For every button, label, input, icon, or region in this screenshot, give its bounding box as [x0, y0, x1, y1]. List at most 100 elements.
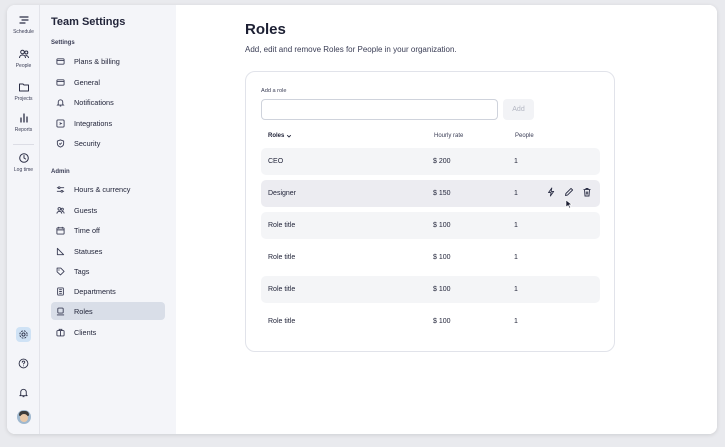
sidebar-item-label: Roles: [74, 306, 93, 316]
sidebar-item-statuses[interactable]: Statuses: [51, 242, 165, 260]
role-rate: $ 100: [433, 254, 451, 261]
roles-card: Add a role Add Roles Hourly rate People …: [245, 71, 615, 352]
role-name: Role title: [268, 222, 296, 229]
window-icon: [56, 78, 65, 86]
sidebar-item-time-off[interactable]: Time off: [51, 221, 165, 239]
sidebar-item-general[interactable]: General: [51, 73, 165, 91]
role-rate: $ 100: [433, 222, 451, 229]
avatar[interactable]: [17, 410, 31, 424]
credit-card-icon: [56, 57, 65, 65]
trash-icon[interactable]: [582, 187, 592, 197]
rail-divider: [13, 144, 34, 145]
bell-icon: [19, 388, 28, 398]
role-name: Role title: [268, 286, 296, 293]
help-icon: [18, 358, 29, 369]
main-content: Roles Add, edit and remove Roles for Peo…: [176, 5, 717, 434]
add-role-button[interactable]: Add: [503, 99, 534, 120]
rail-item-people[interactable]: People: [7, 48, 40, 69]
folder-icon: [18, 83, 29, 92]
settings-button[interactable]: [16, 327, 31, 342]
status-icon: [56, 247, 65, 255]
sidebar-item-security[interactable]: Security: [51, 134, 165, 152]
role-rate: $ 150: [433, 190, 451, 197]
page-title: Roles: [245, 21, 286, 38]
help-button[interactable]: [16, 356, 31, 371]
shield-icon: [56, 138, 65, 148]
add-role-input[interactable]: [261, 99, 498, 120]
notifications-button[interactable]: [16, 385, 31, 400]
sidebar-item-departments[interactable]: Departments: [51, 282, 165, 300]
sidebar-item-plans-billing[interactable]: Plans & billing: [51, 52, 165, 70]
role-people-count: 1: [514, 318, 518, 325]
building-icon: [57, 286, 64, 296]
rail-label: Projects: [14, 96, 33, 102]
sidebar-title: Team Settings: [51, 16, 126, 28]
rail-item-projects[interactable]: Projects: [7, 81, 40, 102]
rail-item-reports[interactable]: Reports: [7, 112, 40, 133]
add-role-label: Add a role: [261, 88, 287, 94]
sidebar-section-settings: Settings: [51, 40, 75, 46]
app-window: Schedule People Projects Reports Log tim…: [7, 5, 717, 434]
edit-pencil-icon[interactable]: [564, 187, 574, 197]
role-rate: $ 200: [433, 158, 451, 165]
sidebar-item-clients[interactable]: Clients: [51, 323, 165, 341]
guests-icon: [56, 206, 65, 214]
page-subtitle: Add, edit and remove Roles for People in…: [245, 45, 457, 54]
icon-rail: Schedule People Projects Reports Log tim…: [7, 5, 40, 434]
table-row[interactable]: Role title $ 100 1: [261, 308, 600, 335]
sidebar-item-guests[interactable]: Guests: [51, 201, 165, 219]
column-header-label: Roles: [268, 133, 285, 139]
table-row[interactable]: Role title $ 100 1: [261, 244, 600, 271]
sidebar-item-label: General: [74, 77, 100, 87]
table-row[interactable]: Role title $ 100 1: [261, 212, 600, 239]
chevron-down-icon: [287, 134, 292, 138]
sidebar-item-label: Tags: [74, 266, 90, 276]
people-icon: [18, 49, 29, 59]
sidebar-item-label: Hours & currency: [74, 184, 131, 194]
sidebar-item-tags[interactable]: Tags: [51, 262, 165, 280]
sidebar-item-hours-currency[interactable]: Hours & currency: [51, 180, 165, 198]
sidebar-item-label: Plans & billing: [74, 56, 120, 66]
sidebar-item-label: Integrations: [74, 118, 113, 128]
role-people-count: 1: [514, 158, 518, 165]
role-rate: $ 100: [433, 286, 451, 293]
role-name: Designer: [268, 190, 297, 197]
settings-sidebar: Team Settings Settings Plans & billing G…: [40, 5, 176, 434]
sidebar-item-label: Guests: [74, 205, 98, 215]
schedule-icon: [18, 16, 29, 24]
role-people-count: 1: [514, 222, 518, 229]
rail-item-schedule[interactable]: Schedule: [7, 14, 40, 35]
sidebar-item-label: Security: [74, 138, 101, 148]
integrations-icon: [56, 118, 65, 128]
sidebar-item-label: Statuses: [74, 246, 103, 256]
sidebar-item-notifications[interactable]: Notifications: [51, 93, 165, 111]
mouse-cursor-icon: [565, 199, 573, 209]
briefcase-icon: [56, 328, 65, 336]
sidebar-item-label: Notifications: [74, 97, 114, 107]
bell-icon: [56, 98, 65, 107]
row-actions: [546, 187, 592, 197]
rail-item-log-time[interactable]: Log time: [7, 152, 40, 173]
gear-icon: [19, 330, 28, 339]
sidebar-item-roles[interactable]: Roles: [51, 302, 165, 320]
table-row[interactable]: CEO $ 200 1: [261, 148, 600, 175]
column-header-hourly-rate: Hourly rate: [434, 133, 464, 139]
table-row[interactable]: Role title $ 100 1: [261, 276, 600, 303]
sidebar-item-label: Clients: [74, 327, 97, 337]
calendar-icon: [56, 226, 65, 235]
sidebar-item-label: Time off: [74, 225, 100, 235]
sliders-icon: [56, 185, 65, 193]
bar-chart-icon: [19, 113, 28, 123]
table-row[interactable]: Designer $ 150 1: [261, 180, 600, 209]
column-header-people: People: [515, 133, 534, 139]
sidebar-item-integrations[interactable]: Integrations: [51, 114, 165, 132]
rail-label: Schedule: [13, 29, 34, 35]
tag-icon: [56, 267, 65, 275]
role-name: Role title: [268, 254, 296, 261]
rail-label: People: [15, 63, 32, 69]
lightning-icon[interactable]: [546, 187, 556, 197]
roles-icon: [56, 307, 65, 315]
rail-label: Reports: [14, 127, 33, 133]
column-header-roles[interactable]: Roles: [268, 133, 292, 139]
role-name: Role title: [268, 318, 296, 325]
